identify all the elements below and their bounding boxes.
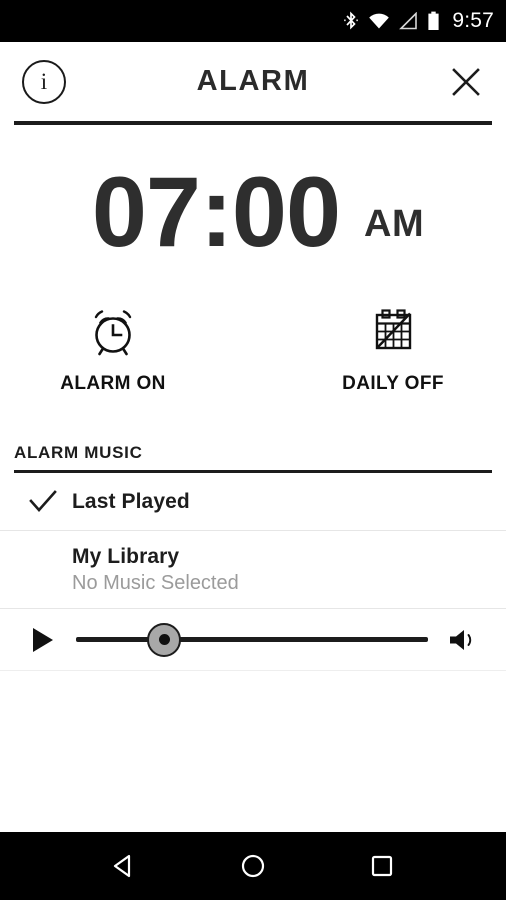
android-nav-bar xyxy=(0,832,506,900)
close-icon[interactable] xyxy=(448,64,484,100)
music-option-my-library[interactable]: My Library No Music Selected xyxy=(0,531,506,609)
back-triangle-icon[interactable] xyxy=(101,843,147,889)
wifi-icon xyxy=(368,12,390,30)
info-glyph: i xyxy=(40,69,48,94)
alarm-time-value: 07:00 xyxy=(91,155,341,267)
row-text: My Library No Music Selected xyxy=(14,545,239,595)
toggle-row: ALARM ON DAILY OFF xyxy=(0,297,506,417)
battery-icon xyxy=(427,11,440,31)
alarm-time-display[interactable]: 07:00 AM xyxy=(0,125,506,297)
alarm-music-section-header: ALARM MUSIC xyxy=(0,443,506,473)
music-option-title: Last Played xyxy=(72,489,190,513)
alarm-meridiem: AM xyxy=(364,202,425,245)
page-title: ALARM xyxy=(196,65,310,97)
home-circle-icon[interactable] xyxy=(230,843,276,889)
section-title: ALARM MUSIC xyxy=(14,443,143,462)
status-bar: 9:57 xyxy=(0,0,506,42)
music-option-last-played[interactable]: Last Played xyxy=(0,473,506,531)
app-header: i ALARM xyxy=(0,42,506,121)
content-filler xyxy=(0,671,506,832)
calendar-off-icon xyxy=(364,303,422,361)
bluetooth-icon xyxy=(343,11,359,31)
volume-slider[interactable] xyxy=(76,622,428,657)
row-text: Last Played xyxy=(72,490,190,514)
play-icon[interactable] xyxy=(14,626,72,654)
app-screen: 9:57 i ALARM 07:00 AM ALARM ON DAILY OFF… xyxy=(0,0,506,900)
status-bar-time: 9:57 xyxy=(452,9,494,32)
volume-slider-track xyxy=(76,637,428,642)
cell-signal-icon xyxy=(399,12,418,30)
daily-toggle-label: DAILY OFF xyxy=(342,373,444,394)
check-icon xyxy=(14,489,72,515)
recents-square-icon[interactable] xyxy=(359,843,405,889)
alarm-clock-icon xyxy=(83,303,143,361)
alarm-toggle-button[interactable]: ALARM ON xyxy=(38,303,188,395)
music-option-subtitle: No Music Selected xyxy=(72,571,239,594)
daily-toggle-button[interactable]: DAILY OFF xyxy=(318,303,468,395)
alarm-toggle-label: ALARM ON xyxy=(60,373,166,394)
player-controls-row xyxy=(0,609,506,671)
music-option-title: My Library xyxy=(72,544,180,568)
info-icon[interactable]: i xyxy=(22,59,66,104)
volume-slider-thumb[interactable] xyxy=(147,622,181,657)
speaker-volume-icon[interactable] xyxy=(434,626,492,654)
